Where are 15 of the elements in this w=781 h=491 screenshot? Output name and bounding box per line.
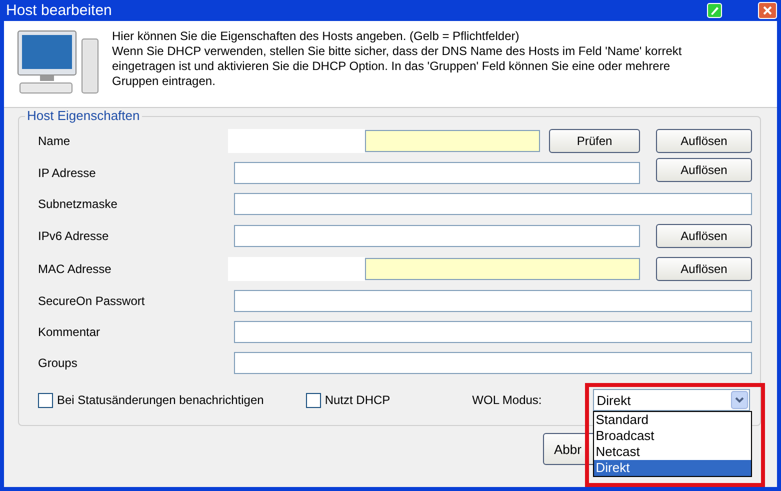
checkbox-label: Bei Statusänderungen benachrichtigen <box>57 393 264 407</box>
field-label: Groups <box>38 356 78 370</box>
field-label: WOL Modus: <box>472 393 542 407</box>
field-label: MAC Adresse <box>38 262 112 276</box>
field-label: IPv6 Adresse <box>38 229 110 243</box>
window-title: Host bearbeiten <box>6 2 113 19</box>
field-label: Subnetzmaske <box>38 197 118 211</box>
checkbox-label: Nutzt DHCP <box>324 393 390 407</box>
intro-text: Wenn Sie DHCP verwenden, stellen Sie bitte sicher, dass der DNS Name des Hosts im Feld 'Name' korrekt eingetragen ist und aktivieren Sie die DHCP Option. In das 'Gruppen' Feld können Sie eine oder mehrere Gruppen eintragen. <box>112 44 683 89</box>
intro-text: Hier können Sie die Eigenschaften des Hosts angeben. (Gelb = Pflichtfelder) <box>112 29 520 44</box>
field-label: Kommentar <box>38 325 102 339</box>
field-label: IP Adresse <box>38 166 97 180</box>
group-title: Host Eigenschaften <box>25 108 142 123</box>
field-label: Name <box>38 134 72 148</box>
field-label: SecureOn Passwort <box>38 294 146 308</box>
